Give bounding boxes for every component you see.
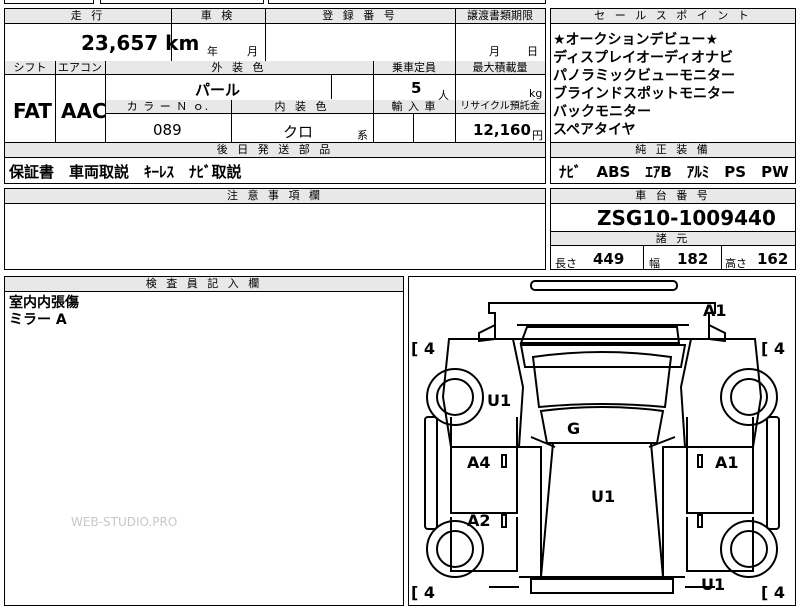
spec-width-value: 182 xyxy=(677,250,709,268)
sales-point-item: パノラミックビューモニター xyxy=(553,68,735,84)
divider xyxy=(171,9,172,61)
exterior-color-value: パール xyxy=(195,81,241,99)
divider xyxy=(231,100,232,142)
recycle-unit: 円 xyxy=(532,129,543,142)
vehicle-info-table: 走 行 車 検 登 録 番 号 譲渡書類期限 23,657 km 年 月 月 日… xyxy=(4,8,546,143)
inspector-header: 検 査 員 記 入 欄 xyxy=(5,277,403,292)
interior-color-unit: 系 xyxy=(357,129,368,142)
damage-mark-a2: A2 xyxy=(467,511,491,530)
color-no-value: 089 xyxy=(153,121,182,139)
interior-color-value: クロ xyxy=(283,123,314,141)
sales-point-item: ブラインドスポットモニター xyxy=(553,86,735,102)
capacity-header: 乗車定員 xyxy=(373,61,455,75)
damage-mark-a4: A4 xyxy=(467,453,491,472)
recycle-header: リサイクル預託金 xyxy=(455,100,545,114)
genuine-equipment-value: ﾅﾋﾞ ABS ｴｱB ｱﾙﾐ PS PW xyxy=(559,163,789,181)
damage-mark-bracket-tr: [ 4 xyxy=(761,339,786,358)
inspection-header: 車 検 xyxy=(171,9,265,24)
later-parts-value: 保証書 車両取説 ｷｰﾚｽ ﾅﾋﾞ取説 xyxy=(9,163,242,181)
divider xyxy=(413,114,414,142)
divider xyxy=(721,246,722,269)
mileage-value: 23,657 km xyxy=(81,31,200,55)
watermark: WEB-STUDIO.PRO xyxy=(71,515,178,529)
specs-header: 諸 元 xyxy=(551,231,795,246)
recycle-value: 12,160 xyxy=(473,121,531,139)
shift-value: FAT xyxy=(13,99,52,123)
inspection-month-unit: 月 xyxy=(247,45,258,58)
damage-mark-a1-top: A1 xyxy=(703,301,727,320)
car-diagram xyxy=(424,280,780,594)
notes-panel: 注 意 事 項 欄 xyxy=(4,188,546,270)
spec-length-label: 長さ xyxy=(555,257,577,270)
sales-point-item: バックモニター xyxy=(553,104,651,120)
sales-point-item: ディスプレイオーディオナビ xyxy=(553,50,734,66)
registration-header: 登 録 番 号 xyxy=(265,9,455,24)
sales-point-item: スペアタイヤ xyxy=(553,122,636,138)
interior-color-header: 内 装 色 xyxy=(231,100,373,114)
aircon-header: エアコン xyxy=(55,61,105,75)
spec-width-label: 幅 xyxy=(649,257,660,270)
damage-mark-u1-bottom: U1 xyxy=(701,575,726,594)
damage-mark-bracket-tl: [ 4 xyxy=(411,339,436,358)
shift-header: シフト xyxy=(5,61,55,75)
divider xyxy=(105,61,106,142)
divider xyxy=(55,61,56,142)
inspector-line: ミラー A xyxy=(9,312,67,328)
divider xyxy=(331,75,332,99)
genuine-equipment-header: 純 正 装 備 xyxy=(551,143,795,158)
color-no-header: カ ラ ー Ｎ ｏ. xyxy=(105,100,231,114)
genuine-equipment-panel: 純 正 装 備 ﾅﾋﾞ ABS ｴｱB ｱﾙﾐ PS PW xyxy=(550,142,796,184)
divider xyxy=(373,61,374,142)
spec-height-label: 高さ xyxy=(725,257,747,270)
later-parts-panel: 後 日 発 送 部 品 保証書 車両取説 ｷｰﾚｽ ﾅﾋﾞ取説 xyxy=(4,142,546,184)
notes-header: 注 意 事 項 欄 xyxy=(5,189,545,204)
chassis-header: 車 台 番 号 xyxy=(551,189,795,204)
divider xyxy=(265,9,266,61)
top-strip-mid xyxy=(100,0,264,4)
sales-point-header: セ ー ル ス ポ イ ン ト xyxy=(551,9,795,24)
divider xyxy=(643,246,644,269)
inspector-line: 室内内張傷 xyxy=(9,295,79,311)
transfer-day-unit: 日 xyxy=(527,45,538,58)
import-header: 輸 入 車 xyxy=(373,100,455,114)
exterior-color-header: 外 装 色 xyxy=(105,61,373,75)
inspector-lines: 室内内張傷 ミラー A xyxy=(9,295,79,329)
sales-point-list: ★オークションデビュー★ ディスプレイオーディオナビ パノラミックビューモニター… xyxy=(553,31,735,139)
transfer-month-unit: 月 xyxy=(489,45,500,58)
later-parts-header: 後 日 発 送 部 品 xyxy=(5,143,545,158)
inspection-year-unit: 年 xyxy=(207,45,218,58)
sales-point-item: ★オークションデビュー★ xyxy=(553,32,719,48)
transfer-deadline-header: 譲渡書類期限 xyxy=(455,9,545,24)
inspector-panel: 検 査 員 記 入 欄 室内内張傷 ミラー A WEB-STUDIO.PRO xyxy=(4,276,404,606)
damage-mark-u1-center: U1 xyxy=(591,487,616,506)
damage-mark-a1-right: A1 xyxy=(715,453,739,472)
top-strip-right xyxy=(268,0,546,4)
divider xyxy=(455,9,456,142)
damage-mark-u1-left: U1 xyxy=(487,391,512,410)
spec-height-value: 162 xyxy=(757,250,789,268)
top-strip-left xyxy=(4,0,94,4)
max-load-header: 最大積載量 xyxy=(455,61,545,75)
sales-point-panel: セ ー ル ス ポ イ ン ト ★オークションデビュー★ ディスプレイオーディオ… xyxy=(550,8,796,143)
aircon-value: AAC xyxy=(61,99,107,123)
max-load-unit: kg xyxy=(529,87,543,100)
capacity-value: 5 xyxy=(411,79,422,97)
damage-mark-bracket-br: [ 4 xyxy=(761,583,786,602)
spec-length-value: 449 xyxy=(593,250,625,268)
chassis-value: ZSG10-1009440 xyxy=(597,206,776,230)
damage-mark-bracket-bl: [ 4 xyxy=(411,583,436,602)
mileage-header: 走 行 xyxy=(5,9,171,24)
chassis-panel: 車 台 番 号 ZSG10-1009440 諸 元 長さ 449 幅 182 高… xyxy=(550,188,796,270)
car-diagram-panel: [ 4 [ 4 [ 4 [ 4 A1 U1 G A4 A1 U1 A2 U1 xyxy=(408,276,796,606)
damage-mark-g: G xyxy=(567,419,581,438)
